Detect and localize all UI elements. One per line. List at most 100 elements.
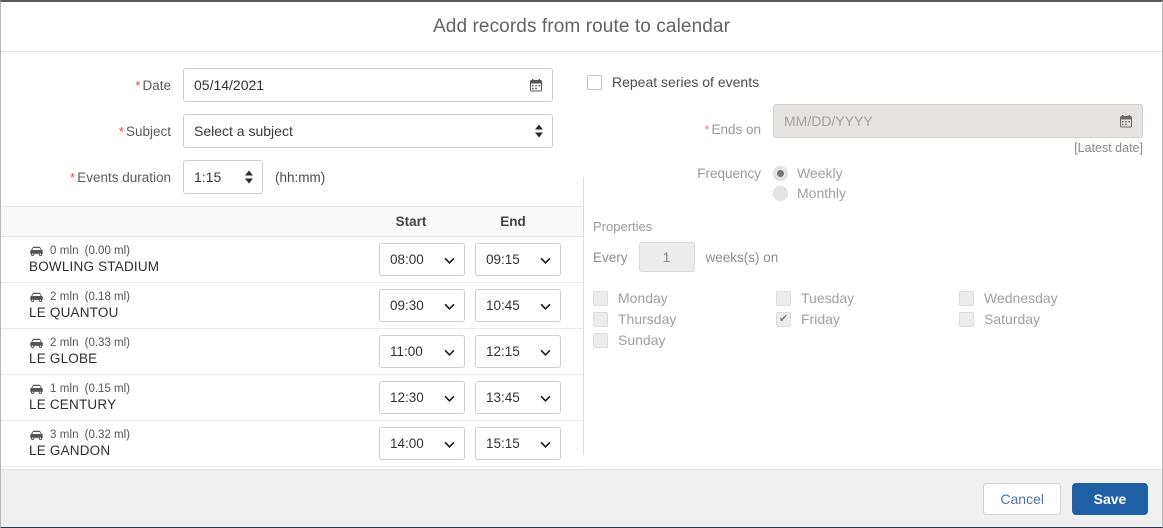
required-asterisk: * [704,122,710,137]
end-time-select-value: 12:15 [486,344,520,359]
chevron-down-icon[interactable] [444,300,455,311]
weekday-saturday[interactable]: Saturday [959,311,1142,327]
left-panel: * Date 05/14/2021 * Subject Select a sub… [1,52,583,469]
frequency-option-label: Weekly [797,165,843,181]
weekday-checkbox[interactable] [776,290,791,306]
frequency-options: Weekly Monthly [773,165,846,201]
repeat-series-checkbox[interactable] [587,74,602,90]
ends-on-placeholder: MM/DD/YYYY [784,113,873,129]
start-time-select-value: 09:30 [390,298,424,313]
car-icon [29,292,44,303]
route-stop-info: 0 mln (0.00 ml) BOWLING STADIUM [29,245,369,274]
start-time-select-value: 11:00 [390,344,423,359]
weekday-checkbox[interactable] [593,290,608,306]
chevron-down-icon[interactable] [444,254,455,265]
start-time-select[interactable]: 08:00 [379,243,465,276]
weekday-checkbox[interactable] [959,311,974,327]
start-time-select-value: 14:00 [390,436,424,451]
end-time-select[interactable]: 12:15 [475,335,561,368]
route-leg-meta: 3 mln (0.32 ml) [29,429,369,441]
route-table: Start End 0 mln (0.00 ml) BOWLING STADIUM 0… [1,206,583,467]
events-duration-stepper[interactable]: 1:15 [183,160,263,194]
end-time-select[interactable]: 09:15 [475,243,561,276]
route-leg-meta: 2 mln (0.18 ml) [29,291,369,303]
end-time-select-value: 13:45 [486,390,520,405]
route-leg-distance: (0.15 ml) [84,383,130,395]
date-row: * Date 05/14/2021 [1,68,583,102]
properties-title: Properties [593,219,653,234]
chevron-down-icon[interactable] [540,254,551,265]
column-header-end: End [500,214,526,229]
start-time-select[interactable]: 09:30 [379,289,465,322]
weekday-label: Wednesday [984,290,1058,306]
car-icon [29,384,44,395]
weekday-label: Saturday [984,311,1041,327]
spinner-up-down-icon[interactable] [245,170,253,184]
route-leg-duration: 2 mln [50,337,79,349]
route-leg-meta: 2 mln (0.33 ml) [29,337,369,349]
end-time-select[interactable]: 15:15 [475,427,561,460]
frequency-option-weekly[interactable]: Weekly [773,165,846,181]
frequency-option-monthly[interactable]: Monthly [773,185,846,201]
weekday-sunday[interactable]: Sunday [593,332,776,348]
radio-icon[interactable] [773,185,788,201]
date-input[interactable]: 05/14/2021 [183,68,553,102]
weekday-checkbox[interactable] [593,332,608,348]
frequency-row: Frequency Weekly Monthly [583,165,1162,201]
chevron-down-icon[interactable] [444,346,455,357]
chevron-down-icon[interactable] [444,438,455,449]
save-button[interactable]: Save [1072,482,1148,515]
route-leg-meta: 1 mln (0.15 ml) [29,383,369,395]
chevron-down-icon[interactable] [540,300,551,311]
required-asterisk: * [70,169,76,185]
calendar-icon[interactable] [530,78,542,92]
weekday-wednesday[interactable]: Wednesday [959,290,1142,306]
date-label: * Date [135,77,171,93]
route-leg-distance: (0.32 ml) [84,429,130,441]
route-stop-name: LE GANDON [29,443,111,458]
chevron-down-icon[interactable] [540,392,551,403]
required-asterisk: * [135,77,141,93]
chevron-down-icon[interactable] [540,438,551,449]
repeat-series-row[interactable]: Repeat series of events [587,74,1162,90]
subject-select[interactable]: Select a subject [183,114,553,148]
route-stop-info: 3 mln (0.32 ml) LE GANDON [29,429,369,458]
every-suffix-label: weeks(s) on [705,249,779,265]
weekday-monday[interactable]: Monday [593,290,776,306]
chevron-down-icon[interactable] [444,392,455,403]
calendar-icon[interactable] [1120,114,1132,128]
table-row: 2 mln (0.18 ml) LE QUANTOU 09:30 10:45 [1,283,583,329]
weekday-friday[interactable]: ✔ Friday [776,311,959,327]
car-icon [29,338,44,349]
start-time-select[interactable]: 11:00 [379,335,465,368]
weekday-label: Monday [618,290,668,306]
end-time-select[interactable]: 10:45 [475,289,561,322]
route-stop-name: LE GLOBE [29,351,98,366]
start-time-select[interactable]: 12:30 [379,381,465,414]
required-asterisk: * [118,123,124,139]
latest-date-hint: [Latest date] [1074,141,1143,155]
start-time-select[interactable]: 14:00 [379,427,465,460]
weekday-checkbox[interactable] [959,290,974,306]
events-duration-value: 1:15 [194,169,222,185]
end-time-select[interactable]: 13:45 [475,381,561,414]
dialog-footer: Cancel Save [1,469,1162,527]
ends-on-input[interactable]: MM/DD/YYYY [773,104,1143,138]
right-panel: Repeat series of events * Ends on MM/DD/Y… [583,52,1162,469]
route-table-body: 0 mln (0.00 ml) BOWLING STADIUM 08:00 09:15 2… [1,237,583,467]
spinner-up-down-icon[interactable] [535,124,543,138]
every-weeks-input[interactable]: 1 [638,242,695,272]
route-leg-duration: 3 mln [50,429,79,441]
cancel-button[interactable]: Cancel [983,482,1061,515]
dialog-header: Add records from route to calendar [1,2,1162,52]
chevron-down-icon[interactable] [540,346,551,357]
weekday-tuesday[interactable]: Tuesday [776,290,959,306]
weekday-thursday[interactable]: Thursday [593,311,776,327]
subject-label: * Subject [118,123,171,139]
events-duration-hint: (hh:mm) [275,169,326,185]
date-value: 05/14/2021 [194,77,265,93]
radio-icon[interactable] [773,165,788,181]
weekday-checkbox[interactable] [593,311,608,327]
route-stop-info: 2 mln (0.33 ml) LE GLOBE [29,337,369,366]
weekday-checkbox[interactable]: ✔ [776,311,791,327]
